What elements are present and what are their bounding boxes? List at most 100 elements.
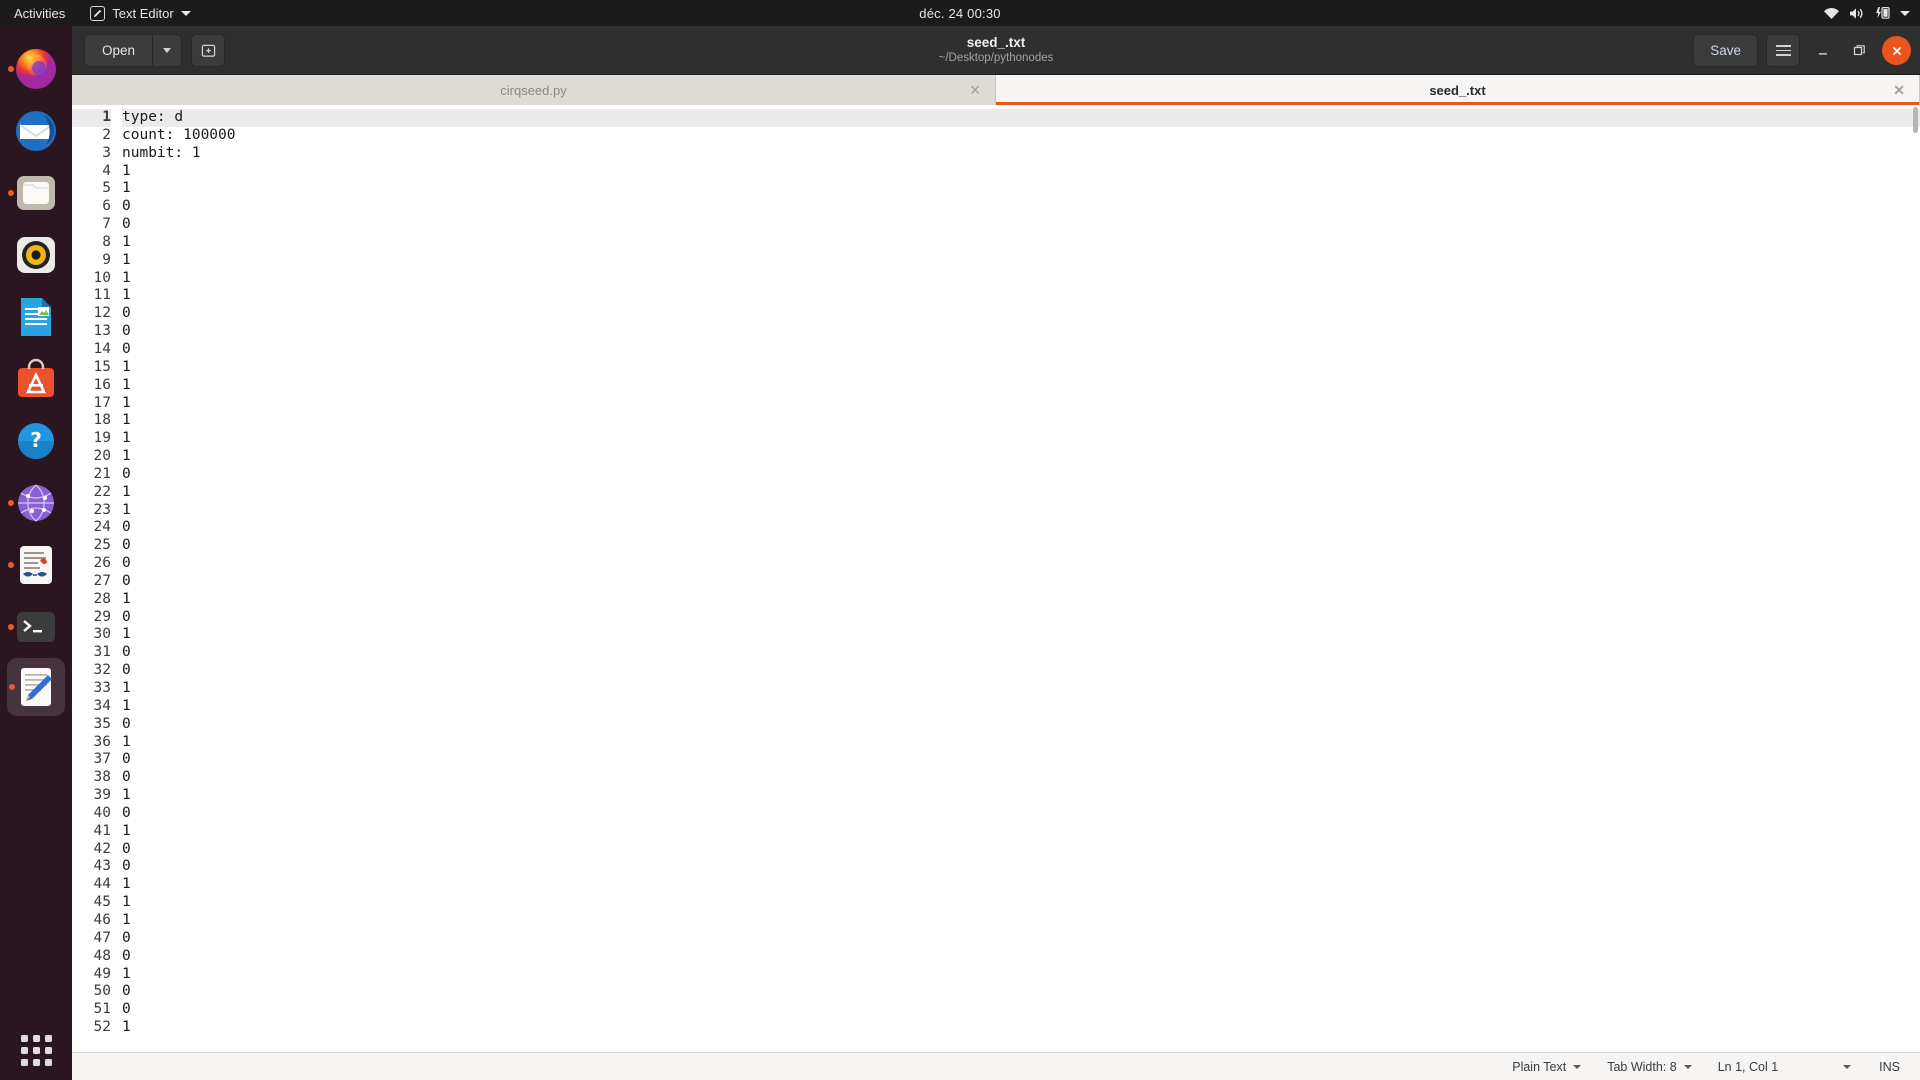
code-line[interactable]: 1 bbox=[122, 270, 1920, 288]
code-line[interactable]: 1 bbox=[122, 377, 1920, 395]
code-line[interactable]: 1 bbox=[122, 876, 1920, 894]
code-line[interactable]: 1 bbox=[122, 234, 1920, 252]
code-line[interactable]: 1 bbox=[122, 412, 1920, 430]
code-line[interactable]: 1 bbox=[122, 287, 1920, 305]
tab-cirqseed-py[interactable]: cirqseed.py ✕ bbox=[72, 75, 996, 105]
open-button-group[interactable]: Open bbox=[84, 33, 183, 67]
line-number: 24 bbox=[93, 519, 111, 536]
code-line[interactable]: 0 bbox=[122, 198, 1920, 216]
close-button[interactable] bbox=[1882, 36, 1911, 65]
clock[interactable]: déc. 24 00:30 bbox=[919, 6, 1000, 21]
app-menu-button[interactable]: Text Editor bbox=[79, 0, 201, 26]
code-line[interactable]: 0 bbox=[122, 1001, 1920, 1019]
tab-close-icon[interactable]: ✕ bbox=[1893, 83, 1905, 97]
code-line[interactable]: 1 bbox=[122, 163, 1920, 181]
vertical-scrollbar[interactable] bbox=[1911, 105, 1920, 1052]
tab-width-selector[interactable]: Tab Width: 8 bbox=[1607, 1060, 1692, 1074]
new-tab-icon bbox=[201, 44, 215, 57]
system-indicators[interactable] bbox=[1823, 0, 1910, 26]
code-line[interactable]: 1 bbox=[122, 180, 1920, 198]
code-line[interactable]: 1 bbox=[122, 484, 1920, 502]
code-line[interactable]: 0 bbox=[122, 216, 1920, 234]
code-line[interactable]: 0 bbox=[122, 305, 1920, 323]
dock-item-files[interactable] bbox=[6, 162, 66, 224]
code-line[interactable]: 1 bbox=[122, 1019, 1920, 1037]
code-line[interactable]: 1 bbox=[122, 448, 1920, 466]
code-line[interactable]: 1 bbox=[122, 734, 1920, 752]
code-line[interactable]: 1 bbox=[122, 502, 1920, 520]
code-line[interactable]: 1 bbox=[122, 894, 1920, 912]
code-line[interactable]: 0 bbox=[122, 662, 1920, 680]
code-line[interactable]: 1 bbox=[122, 698, 1920, 716]
activities-label: Activities bbox=[14, 5, 66, 21]
system-menu-caret-icon[interactable] bbox=[1900, 10, 1910, 16]
code-line[interactable]: 0 bbox=[122, 805, 1920, 823]
code-line[interactable]: 0 bbox=[122, 841, 1920, 859]
code-line[interactable]: 1 bbox=[122, 430, 1920, 448]
cursor-position-selector[interactable]: Ln 1, Col 1 bbox=[1718, 1060, 1852, 1074]
dock-item-document-viewer[interactable] bbox=[6, 534, 66, 596]
code-line[interactable]: 1 bbox=[122, 395, 1920, 413]
new-tab-button[interactable] bbox=[191, 33, 226, 67]
code-line[interactable]: 0 bbox=[122, 519, 1920, 537]
code-line[interactable]: 1 bbox=[122, 823, 1920, 841]
minimize-button[interactable] bbox=[1808, 36, 1837, 65]
code-line[interactable]: type: d bbox=[122, 109, 1920, 127]
tab-seed--txt[interactable]: seed_.txt ✕ bbox=[996, 75, 1920, 105]
open-button[interactable]: Open bbox=[84, 33, 153, 67]
code-line[interactable]: 1 bbox=[122, 626, 1920, 644]
code-line[interactable]: 1 bbox=[122, 787, 1920, 805]
code-line[interactable]: 0 bbox=[122, 537, 1920, 555]
terminal-icon bbox=[13, 604, 59, 650]
code-line[interactable]: 0 bbox=[122, 466, 1920, 484]
insert-mode-indicator[interactable]: INS bbox=[1879, 1060, 1900, 1074]
code-line[interactable]: 0 bbox=[122, 323, 1920, 341]
dock-item-text-editor[interactable] bbox=[7, 658, 65, 716]
code-line[interactable]: 1 bbox=[122, 359, 1920, 377]
code-line[interactable]: 0 bbox=[122, 948, 1920, 966]
language-selector[interactable]: Plain Text bbox=[1512, 1060, 1582, 1074]
code-line[interactable]: 0 bbox=[122, 930, 1920, 948]
dock-item-libreoffice-writer[interactable] bbox=[6, 286, 66, 348]
open-recent-dropdown-button[interactable] bbox=[152, 33, 183, 67]
code-line[interactable]: 0 bbox=[122, 573, 1920, 591]
line-number: 36 bbox=[93, 733, 111, 750]
tab-close-icon[interactable]: ✕ bbox=[969, 83, 981, 97]
code-line[interactable]: 0 bbox=[122, 858, 1920, 876]
rhythmbox-icon bbox=[13, 232, 59, 278]
code-line[interactable]: 1 bbox=[122, 966, 1920, 984]
page-title: seed_.txt bbox=[966, 35, 1026, 50]
text-view[interactable]: 1 2 3 4 5 6 7 8 9 10 11 12 13 14 15 16 17 18 19 20 21 22 23 24 2… bbox=[72, 105, 1920, 1052]
maximize-button[interactable] bbox=[1845, 36, 1874, 65]
dock-item-ubuntu-software[interactable] bbox=[6, 348, 66, 410]
code-line[interactable]: 1 bbox=[122, 252, 1920, 270]
code-line[interactable]: 1 bbox=[122, 680, 1920, 698]
code-line[interactable]: 0 bbox=[122, 555, 1920, 573]
code-line[interactable]: count: 100000 bbox=[122, 127, 1920, 145]
dock-item-firefox[interactable] bbox=[6, 38, 66, 100]
code-content[interactable]: type: d count: 100000 numbit: 111001111000… bbox=[117, 109, 1920, 1052]
code-line[interactable]: 1 bbox=[122, 591, 1920, 609]
code-line[interactable]: 0 bbox=[122, 716, 1920, 734]
dock-item-network-app[interactable] bbox=[6, 472, 66, 534]
dock-item-terminal[interactable] bbox=[6, 596, 66, 658]
main-menu-button[interactable] bbox=[1766, 34, 1800, 67]
show-applications-button[interactable] bbox=[0, 1035, 72, 1066]
code-line[interactable]: numbit: 1 bbox=[122, 145, 1920, 163]
code-line[interactable]: 0 bbox=[122, 609, 1920, 627]
code-line[interactable]: 0 bbox=[122, 644, 1920, 662]
activities-button[interactable]: Activities bbox=[0, 0, 79, 26]
window-title-block: seed_.txt ~/Desktop/pythonodes bbox=[72, 26, 1920, 75]
status-bar: Plain Text Tab Width: 8 Ln 1, Col 1 INS bbox=[72, 1052, 1920, 1080]
dock-item-help[interactable]: ? bbox=[6, 410, 66, 472]
code-line[interactable]: 1 bbox=[122, 912, 1920, 930]
editor-area[interactable]: 1 2 3 4 5 6 7 8 9 10 11 12 13 14 15 16 17 18 19 20 21 22 23 24 2… bbox=[72, 105, 1920, 1052]
dock-item-thunderbird[interactable] bbox=[6, 100, 66, 162]
code-line[interactable]: 0 bbox=[122, 769, 1920, 787]
dock-item-rhythmbox[interactable] bbox=[6, 224, 66, 286]
code-line[interactable]: 0 bbox=[122, 751, 1920, 769]
scrollbar-thumb[interactable] bbox=[1913, 107, 1918, 133]
code-line[interactable]: 0 bbox=[122, 983, 1920, 1001]
code-line[interactable]: 0 bbox=[122, 341, 1920, 359]
save-button[interactable]: Save bbox=[1693, 34, 1758, 67]
